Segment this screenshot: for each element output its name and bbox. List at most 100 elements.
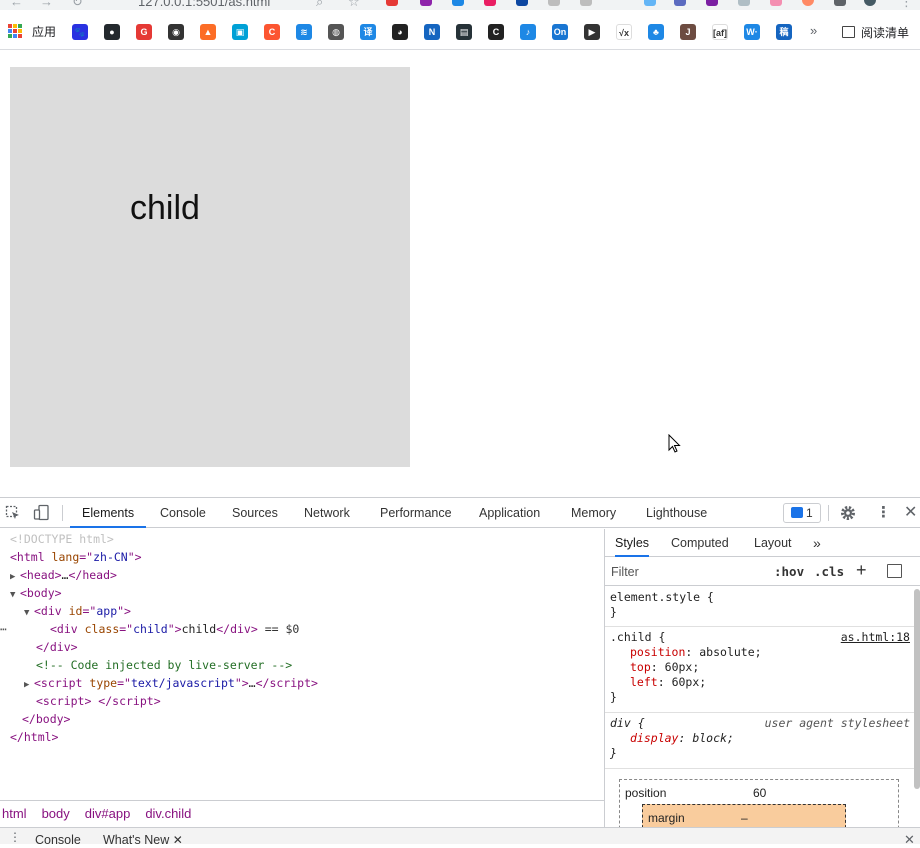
c-icon[interactable]: C: [264, 24, 280, 40]
box-model-margin-value[interactable]: –: [741, 811, 748, 825]
css-property-value[interactable]: block;: [692, 731, 734, 745]
dom-comment-node[interactable]: <!-- Code injected by live-server -->: [36, 656, 292, 674]
bilibili-icon[interactable]: ▣: [232, 24, 248, 40]
dom-node-ellipsis-icon[interactable]: ⋯: [0, 620, 7, 638]
extension-icon[interactable]: [802, 0, 814, 6]
tab-computed[interactable]: Computed: [671, 529, 729, 557]
w-icon[interactable]: W·: [744, 24, 760, 40]
drawer-tab-console[interactable]: Console: [35, 833, 81, 847]
css-property-name[interactable]: position: [630, 645, 685, 659]
extension-icon[interactable]: [706, 0, 718, 6]
play-icon[interactable]: ▶: [584, 24, 600, 40]
forward-icon[interactable]: →: [40, 0, 53, 9]
n-icon[interactable]: N: [424, 24, 440, 40]
extension-icon[interactable]: [452, 0, 464, 6]
translate-icon[interactable]: 译: [360, 24, 376, 40]
collapse-triangle-icon[interactable]: ▼: [24, 604, 34, 622]
zoom-icon[interactable]: ⌕: [316, 0, 323, 10]
dom-head-node[interactable]: ▶ <head>…</head>: [10, 566, 117, 584]
bird-icon[interactable]: ♪: [520, 24, 536, 40]
css-property[interactable]: top: 60px;: [610, 660, 910, 675]
tab-lighthouse[interactable]: Lighthouse: [638, 498, 715, 528]
tab-sources[interactable]: Sources: [224, 498, 286, 528]
styles-filter-input[interactable]: [611, 563, 761, 581]
address-bar[interactable]: 127.0.0.1:5501/as.html: [138, 0, 270, 9]
globe-icon[interactable]: ◍: [328, 24, 344, 40]
devtools-close-icon[interactable]: ✕: [904, 502, 917, 522]
dom-empty-script-node[interactable]: <script> </script>: [36, 692, 161, 710]
tab-elements[interactable]: Elements: [70, 498, 147, 528]
dom-child-node[interactable]: <div class="child">child</div> == $0: [50, 620, 299, 638]
styles-scrollbar[interactable]: [914, 589, 920, 789]
breadcrumb-item[interactable]: div.child: [145, 806, 191, 821]
tab-performance[interactable]: Performance: [372, 498, 460, 528]
extension-icon[interactable]: [644, 0, 656, 6]
github-icon[interactable]: ●: [104, 24, 120, 40]
extension-icon[interactable]: [674, 0, 686, 6]
tab-console[interactable]: Console: [152, 498, 214, 528]
toggle-sidebar-icon[interactable]: [887, 564, 902, 578]
settings-gear-icon[interactable]: [839, 504, 857, 522]
star-icon[interactable]: ☆: [348, 0, 360, 10]
extension-icon[interactable]: [548, 0, 560, 6]
dom-script-node[interactable]: ▶ <script type="text/javascript">…</scrip…: [24, 674, 318, 692]
css-property[interactable]: display: block;: [610, 731, 910, 746]
extension-icon[interactable]: [770, 0, 782, 6]
back-icon[interactable]: ←: [10, 0, 23, 9]
drawer-close-icon[interactable]: ✕: [904, 832, 915, 848]
eye-icon[interactable]: ◉: [168, 24, 184, 40]
extension-icon[interactable]: [516, 0, 528, 6]
reload-icon[interactable]: ↻: [72, 0, 83, 10]
dom-html-close[interactable]: </html>: [10, 728, 58, 746]
dom-html-node[interactable]: <html lang="zh-CN">: [10, 548, 142, 566]
css-property-name[interactable]: left: [630, 675, 658, 689]
rule-source-link[interactable]: as.html:18: [841, 630, 910, 645]
apps-grid-icon[interactable]: [8, 24, 22, 38]
reading-list-button[interactable]: 阅读清单: [842, 24, 909, 40]
tab-memory[interactable]: Memory: [563, 498, 624, 528]
css-property-value[interactable]: absolute;: [699, 645, 761, 659]
on-icon[interactable]: On: [552, 24, 568, 40]
bookmarks-more-chevron-icon[interactable]: »: [810, 23, 817, 38]
issues-badge[interactable]: 1: [783, 503, 821, 523]
dom-body-close[interactable]: </body>: [22, 710, 70, 728]
af-icon[interactable]: [af]: [712, 24, 728, 40]
cls-toggle[interactable]: .cls: [814, 564, 844, 579]
extension-icon[interactable]: [484, 0, 496, 6]
j-icon[interactable]: J: [680, 24, 696, 40]
breadcrumb-item[interactable]: html: [2, 806, 27, 821]
apps-bookmark-label[interactable]: 应用: [32, 24, 56, 40]
extension-icon[interactable]: [420, 0, 432, 6]
css-property-name[interactable]: display: [630, 731, 678, 745]
devtools-menu-kebab-icon[interactable]: ⋮: [876, 503, 891, 521]
dom-body-node[interactable]: ▼ <body>: [10, 584, 62, 602]
css-property-value[interactable]: 60px;: [672, 675, 707, 689]
tab-styles[interactable]: Styles: [615, 529, 650, 557]
drawer-menu-kebab-icon[interactable]: ⋮: [9, 830, 21, 844]
more-tabs-chevron-icon[interactable]: »: [813, 529, 821, 557]
g-icon[interactable]: G: [136, 24, 152, 40]
dom-doctype[interactable]: <!DOCTYPE html>: [10, 530, 114, 548]
profile-avatar-icon[interactable]: [864, 0, 876, 6]
hov-toggle[interactable]: :hov: [774, 564, 804, 579]
extension-icon[interactable]: [580, 0, 592, 6]
terminal-icon[interactable]: ▤: [456, 24, 472, 40]
breadcrumb-item[interactable]: div#app: [85, 806, 131, 821]
css-property-value[interactable]: 60px;: [665, 660, 700, 674]
css-property[interactable]: position: absolute;: [610, 645, 910, 660]
close-tab-icon[interactable]: ✕: [173, 833, 183, 847]
leaf-icon[interactable]: ♣: [648, 24, 664, 40]
dom-app-close[interactable]: </div>: [36, 638, 78, 656]
tab-layout[interactable]: Layout: [754, 529, 792, 557]
drawer-tab-whats-new[interactable]: What's New ✕: [103, 833, 183, 847]
baidu-icon[interactable]: 🐾: [72, 24, 88, 40]
tab-network[interactable]: Network: [296, 498, 358, 528]
inspect-element-icon[interactable]: [5, 505, 21, 521]
c-dark-icon[interactable]: C: [488, 24, 504, 40]
panda-icon[interactable]: ◕: [392, 24, 408, 40]
css-property-name[interactable]: top: [630, 660, 651, 674]
device-toolbar-icon[interactable]: [33, 504, 51, 522]
box-model-position-value[interactable]: 60: [753, 786, 766, 800]
menu-kebab-icon[interactable]: ⋮: [900, 0, 913, 10]
element-style-selector[interactable]: element.style {: [610, 590, 910, 605]
